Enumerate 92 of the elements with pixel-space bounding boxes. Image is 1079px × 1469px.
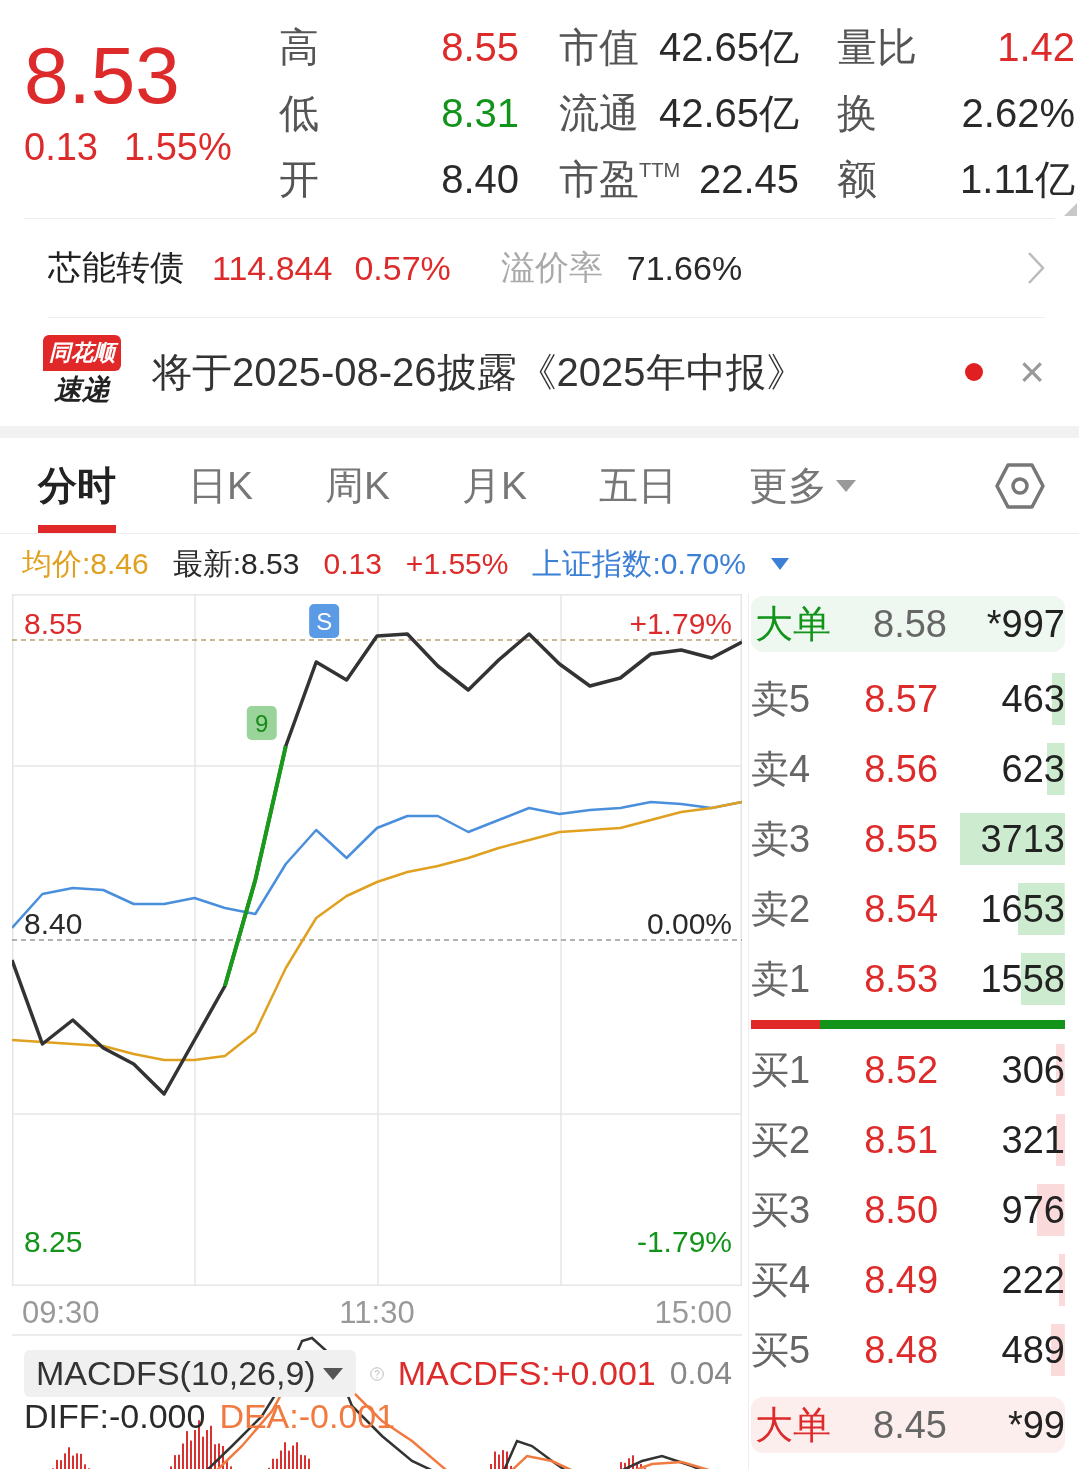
order-price: 8.56 (864, 747, 940, 791)
logo-badge: 同花顺 (43, 335, 121, 371)
order-label: 买3 (751, 1187, 812, 1233)
stat-value: 8.40 (441, 157, 519, 201)
stat-value: 1.42 (997, 25, 1075, 69)
order-price: 8.48 (864, 1328, 940, 1372)
bond-price: 114.844 (212, 248, 333, 288)
y-axis-label: 8.55 (24, 607, 83, 640)
time-axis-label: 09:30 (22, 1295, 100, 1330)
stat-label: 额 (837, 156, 877, 202)
order-volume: *997 (986, 602, 1065, 646)
logo-text: 速递 (54, 373, 110, 407)
stat-label: 量比 (837, 24, 917, 70)
chart-legend-text: 均价:8.46 (22, 545, 149, 582)
premium-label: 溢价率 (500, 247, 603, 288)
stat-label: 市盈$^{TTM}$ (559, 156, 681, 202)
percent-axis-label: 0.00% (646, 907, 732, 940)
stat-label: 低 (279, 90, 319, 136)
stat-label: 市值 (559, 24, 639, 70)
order-label: 卖2 (751, 886, 812, 932)
stat-value: 8.31 (441, 91, 519, 135)
stat-value: 8.55 (441, 25, 519, 69)
percent-change: 1.55% (123, 126, 232, 169)
order-label: 卖3 (751, 816, 812, 862)
corner-icon[interactable] (1064, 203, 1077, 216)
order-volume: 3713 (960, 813, 1065, 865)
stat-label: 流通 (559, 90, 639, 136)
percent-axis-label: -1.79% (636, 1225, 732, 1258)
period-tab[interactable]: 月K (462, 438, 528, 533)
stat-label: 换 (837, 90, 877, 136)
order-price: 8.58 (873, 602, 948, 646)
order-price: 8.50 (864, 1188, 940, 1232)
signal-marker[interactable]: 9 (246, 706, 277, 740)
order-price: 8.54 (864, 887, 940, 931)
order-price: 8.52 (864, 1048, 940, 1092)
order-price: 8.57 (864, 677, 940, 721)
signal-marker[interactable]: S (309, 604, 340, 638)
chart-legend-text: 上证指数:0.70% (532, 545, 746, 582)
order-price: 8.45 (873, 1403, 948, 1447)
stat-value: 1.11亿 (960, 157, 1075, 201)
annotation: S (316, 608, 333, 635)
stat-label: 开 (279, 156, 319, 202)
chart-legend-text: +1.55% (405, 547, 509, 581)
order-price: 8.49 (864, 1258, 940, 1302)
order-label: 卖5 (751, 676, 812, 722)
order-label: 大单 (755, 601, 832, 647)
order-label: 卖4 (751, 746, 812, 792)
stat-label: 高 (279, 24, 319, 70)
stat-value: 42.65亿 (658, 25, 799, 69)
period-tab[interactable]: 分时 (38, 438, 116, 533)
annotation: 9 (255, 710, 269, 737)
y-axis-label: 8.25 (24, 1225, 83, 1258)
y-axis-label: 8.40 (24, 907, 83, 940)
period-tab[interactable]: 日K (188, 438, 253, 533)
time-axis-label: 11:30 (339, 1295, 415, 1330)
bond-change: 0.57% (354, 248, 451, 288)
percent-axis-label: +1.79% (629, 607, 732, 640)
period-tab[interactable]: 周K (325, 438, 391, 533)
premium-value: 71.66% (626, 248, 743, 288)
time-axis-label: 15:00 (654, 1295, 732, 1330)
macd-axis-label: 0.04 (669, 1355, 732, 1392)
close-button[interactable]: × (1019, 347, 1045, 397)
period-tab[interactable]: 更多 (749, 438, 858, 533)
stat-value: 2.62% (961, 91, 1075, 135)
stat-value: 42.65亿 (658, 91, 799, 135)
last-price: 8.53 (24, 30, 181, 122)
stat-value: 22.45 (698, 157, 799, 201)
bond-name: 芯能转债 (48, 247, 184, 288)
order-label: 卖1 (751, 956, 812, 1002)
order-label: 买1 (751, 1047, 812, 1093)
order-label: 买4 (751, 1257, 812, 1303)
order-price: 8.51 (864, 1118, 940, 1162)
order-price: 8.53 (864, 957, 940, 1001)
big-order-row[interactable]: 大单 8.58 *997 (751, 596, 1065, 652)
period-tab[interactable]: 五日 (599, 438, 678, 533)
order-label: 买5 (751, 1327, 812, 1373)
macd-value: MACDFS:+0.001 (397, 1354, 656, 1393)
big-order-row[interactable]: 大单 8.45 *99 (751, 1397, 1065, 1453)
price-change: 0.13 (24, 126, 98, 169)
diff-value: DIFF:-0.000 (24, 1397, 206, 1436)
chart-legend-text: 最新:8.53 (172, 545, 300, 582)
settings-icon[interactable] (995, 462, 1045, 509)
caret-down-icon (321, 1366, 344, 1381)
chevron-right-icon[interactable] (1027, 251, 1045, 285)
order-label: 大单 (755, 1402, 832, 1448)
order-price: 8.55 (864, 817, 940, 861)
indicator-selector[interactable]: MACDFS(10,26,9) (24, 1350, 356, 1397)
order-volume: *99 (1007, 1403, 1065, 1447)
chart-legend-text: 0.13 (323, 547, 382, 581)
notice-text[interactable]: 将于2025-08-26披露《2025年中报》 (152, 344, 806, 400)
order-label: 买2 (751, 1117, 812, 1163)
caret-down-icon[interactable] (769, 557, 790, 571)
